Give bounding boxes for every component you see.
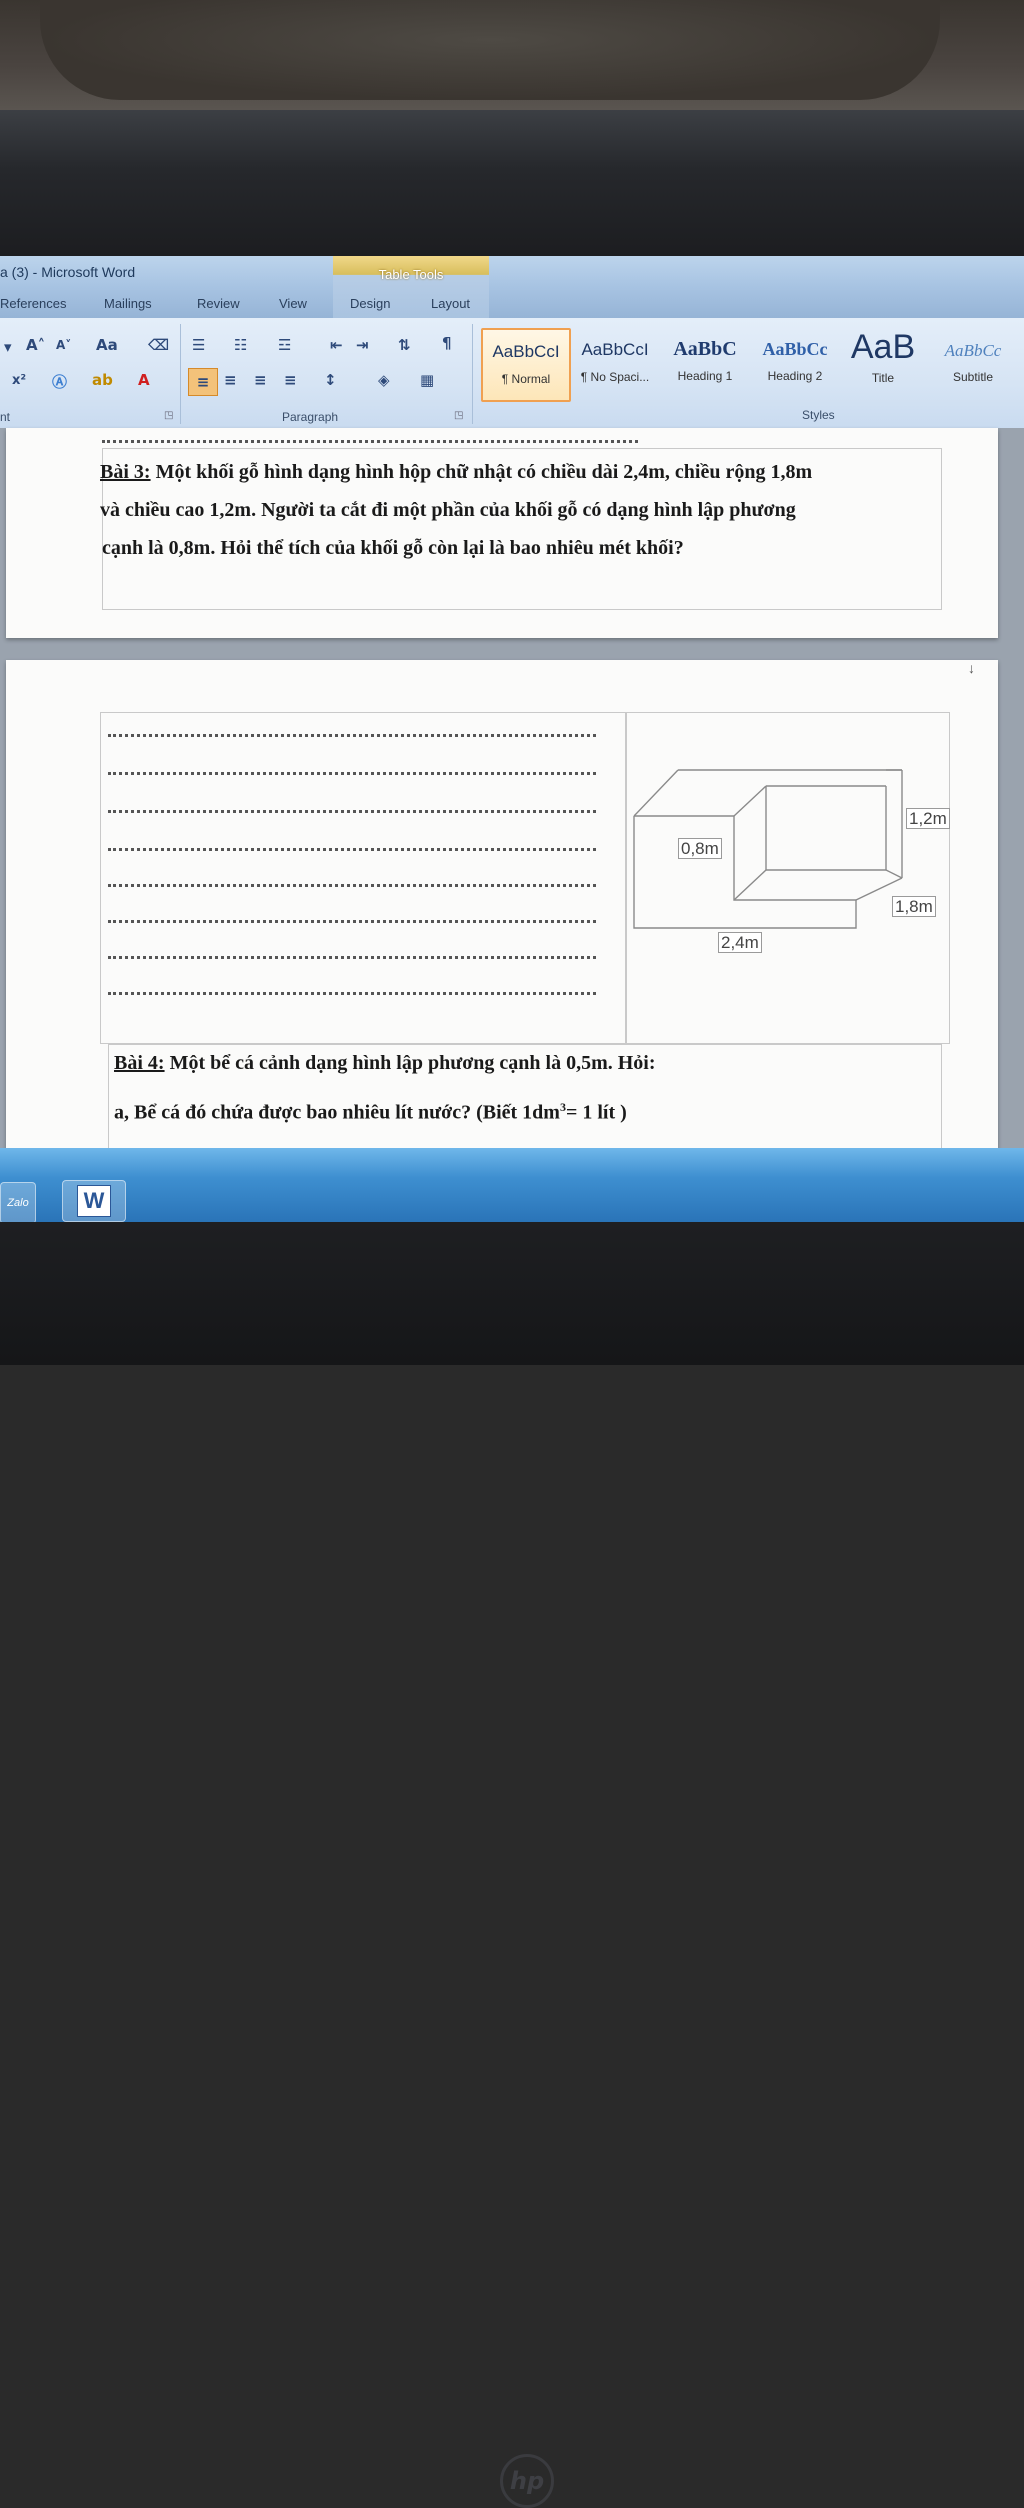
- tab-view[interactable]: View: [279, 296, 307, 311]
- answer-dotted-line[interactable]: [108, 810, 596, 813]
- tab-design[interactable]: Design: [350, 296, 390, 311]
- bullets-icon[interactable]: ☰: [192, 336, 205, 354]
- shrink-font-icon[interactable]: A˅: [56, 338, 71, 352]
- background-desk: [0, 0, 1024, 110]
- bai3-line-1: Bài 3: Một khối gỗ hình dạng hình hộp ch…: [100, 461, 813, 483]
- borders-icon[interactable]: ▦: [420, 371, 434, 389]
- document-area[interactable]: Bài 3: Một khối gỗ hình dạng hình hộp ch…: [0, 428, 1024, 1166]
- style-subtitle[interactable]: AaBbCc Subtitle: [930, 328, 1016, 398]
- taskbar-zalo[interactable]: Zalo: [0, 1182, 36, 1222]
- shading-icon[interactable]: ◈: [378, 371, 390, 389]
- font-group-label: nt: [0, 410, 11, 424]
- title-bar: a (3) - Microsoft Word Table Tools Refer…: [0, 256, 1024, 318]
- grow-font-icon[interactable]: A˄: [26, 336, 45, 354]
- paragraph-dialog-launcher-icon[interactable]: ◳: [454, 410, 463, 421]
- answer-dotted-line[interactable]: [108, 956, 596, 959]
- taskbar-word[interactable]: W: [62, 1180, 126, 1222]
- show-formatting-icon[interactable]: ¶: [442, 334, 452, 352]
- answer-dotted-line[interactable]: [108, 992, 596, 995]
- style-preview: AaBbCcI: [492, 342, 560, 361]
- ribbon-separator: [180, 324, 181, 424]
- align-right-icon[interactable]: ≡: [254, 371, 267, 389]
- dropdown-arrow-icon[interactable]: ▾: [4, 338, 12, 356]
- tab-layout[interactable]: Layout: [431, 296, 470, 311]
- bai3-line-2: và chiều cao 1,2m. Người ta cắt đi một p…: [100, 499, 796, 521]
- font-color-icon[interactable]: A: [138, 371, 150, 389]
- taskbar: Zalo W: [0, 1148, 1024, 1222]
- background-cushion: [40, 0, 940, 100]
- justify-icon[interactable]: ≡: [284, 371, 297, 389]
- laptop-bezel-top: [0, 110, 1024, 258]
- style-preview: AaBbC: [673, 338, 737, 360]
- align-center-icon[interactable]: ≡: [224, 371, 237, 389]
- style-preview: AaBbCcI: [581, 340, 649, 359]
- box-figure: [633, 769, 903, 929]
- style-name: Title: [871, 371, 895, 385]
- ribbon-separator: [472, 324, 473, 424]
- answer-dotted-line[interactable]: [108, 848, 596, 851]
- styles-group-label: Styles: [802, 408, 835, 422]
- multilevel-list-icon[interactable]: ☲: [278, 336, 291, 354]
- style-normal[interactable]: AaBbCcI ¶ Normal: [481, 328, 571, 402]
- answer-dotted-line[interactable]: [108, 734, 596, 737]
- style-name: Subtitle: [952, 370, 994, 384]
- style-name: Heading 2: [767, 369, 823, 383]
- bai4-line-1: Bài 4: Một bể cá cảnh dạng hình lập phươ…: [114, 1052, 656, 1074]
- answer-dotted-line[interactable]: [108, 772, 596, 775]
- style-no-spacing[interactable]: AaBbCcI ¶ No Spaci...: [572, 328, 658, 398]
- table-tools-label: Table Tools: [378, 267, 444, 282]
- bai3-line-3: cạnh là 0,8m. Hỏi thể tích của khối gỗ c…: [102, 537, 684, 559]
- dimension-cut-label: 0,8m: [678, 838, 722, 859]
- style-heading-1[interactable]: AaBbC Heading 1: [662, 328, 748, 398]
- numbering-icon[interactable]: ☷: [234, 336, 247, 354]
- text-effects-icon[interactable]: Ⓐ: [52, 371, 67, 392]
- document-page[interactable]: Bài 3: Một khối gỗ hình dạng hình hộp ch…: [6, 428, 998, 638]
- zalo-icon: Zalo: [7, 1197, 29, 1209]
- bai4-line-2: a, Bể cá đó chứa được bao nhiêu lít nước…: [114, 1100, 627, 1124]
- ribbon: ▾ A˄ A˅ Aa ⌫ x² Ⓐ ab A nt ◳ ☰ ☷ ☲ ⇤ ⇥ ⇅ …: [0, 318, 1024, 429]
- hp-logo: hp: [500, 2454, 554, 2508]
- paragraph-group-label: Paragraph: [282, 410, 339, 424]
- font-dialog-launcher-icon[interactable]: ◳: [164, 410, 173, 421]
- document-page[interactable]: ↓ 1,2m 0,8m 1,8m 2,4m Bài 4: Một bể cá c…: [6, 660, 998, 1166]
- style-name: Heading 1: [677, 369, 733, 383]
- laptop-bezel-bottom: hp: [0, 1222, 1024, 2508]
- align-left-icon[interactable]: ≡: [188, 368, 218, 396]
- tab-mailings[interactable]: Mailings: [104, 296, 152, 311]
- line-spacing-icon[interactable]: ↕: [324, 371, 337, 389]
- style-name: ¶ Normal: [501, 372, 551, 386]
- style-title[interactable]: AaB Title: [840, 328, 926, 398]
- clear-format-icon[interactable]: ⌫: [148, 336, 169, 354]
- answer-dotted-line[interactable]: [108, 920, 596, 923]
- decrease-indent-icon[interactable]: ⇤: [330, 336, 343, 354]
- dimension-length-label: 2,4m: [718, 932, 762, 953]
- dimension-width-label: 1,8m: [892, 896, 936, 917]
- tab-review[interactable]: Review: [197, 296, 240, 311]
- answer-dotted-line[interactable]: [108, 884, 596, 887]
- superscript-icon[interactable]: x²: [12, 373, 26, 388]
- answer-dotted-line: [102, 440, 638, 443]
- style-preview: AaB: [850, 328, 916, 366]
- bai3-label: Bài 3:: [100, 461, 151, 483]
- style-name: ¶ No Spaci...: [580, 370, 650, 384]
- bai4-label: Bài 4:: [114, 1052, 165, 1074]
- window-title: a (3) - Microsoft Word: [0, 264, 136, 280]
- highlight-icon[interactable]: ab: [92, 371, 113, 389]
- page-break-arrow-icon: ↓: [968, 660, 975, 676]
- word-icon: W: [77, 1185, 111, 1217]
- style-heading-2[interactable]: AaBbCc Heading 2: [752, 328, 838, 398]
- screen: a (3) - Microsoft Word Table Tools Refer…: [0, 256, 1024, 1222]
- style-preview: AaBbCc: [762, 339, 828, 359]
- style-preview: AaBbCc: [944, 341, 1002, 360]
- sort-icon[interactable]: ⇅: [398, 336, 411, 354]
- tab-references[interactable]: References: [0, 296, 66, 311]
- dimension-height-label: 1,2m: [906, 808, 950, 829]
- increase-indent-icon[interactable]: ⇥: [356, 336, 369, 354]
- change-case-button[interactable]: Aa: [96, 336, 118, 354]
